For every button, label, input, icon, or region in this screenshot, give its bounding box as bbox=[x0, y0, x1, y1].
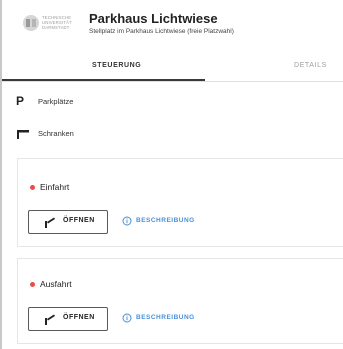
list-item-label: Parkplätze bbox=[38, 97, 74, 106]
status-indicator-icon bbox=[30, 282, 35, 287]
tab-divider bbox=[2, 81, 343, 82]
page-title: Parkhaus Lichtwiese bbox=[89, 11, 218, 26]
open-gate-button[interactable]: ÖFFNEN bbox=[28, 307, 108, 331]
barrier-open-icon bbox=[45, 217, 55, 228]
tab-details[interactable]: DETAILS bbox=[294, 62, 327, 69]
university-seal-icon bbox=[23, 15, 39, 31]
description-label: BESCHREIBUNG bbox=[136, 314, 195, 321]
logo-text: TECHNISCHE UNIVERSITÄT DARMSTADT bbox=[42, 15, 72, 30]
open-gate-label: ÖFFNEN bbox=[63, 217, 95, 224]
info-icon bbox=[122, 313, 132, 323]
page-subtitle: Stellplatz im Parkhaus Lichtwiese (freie… bbox=[89, 28, 234, 35]
list-item-label: Schranken bbox=[38, 129, 74, 138]
barrier-open-icon bbox=[45, 314, 55, 325]
description-label: BESCHREIBUNG bbox=[136, 217, 195, 224]
open-gate-button[interactable]: ÖFFNEN bbox=[28, 210, 108, 234]
info-icon bbox=[122, 216, 132, 226]
barrier-icon bbox=[17, 130, 29, 139]
gate-title: Einfahrt bbox=[40, 182, 70, 192]
tab-bar: STEUERUNG DETAILS bbox=[2, 56, 343, 80]
gate-title: Ausfahrt bbox=[40, 279, 72, 289]
university-logo: TECHNISCHE UNIVERSITÄT DARMSTADT bbox=[22, 12, 78, 34]
parking-icon: P bbox=[16, 94, 25, 108]
logo-line-3: DARMSTADT bbox=[42, 25, 70, 30]
header: TECHNISCHE UNIVERSITÄT DARMSTADT Parkhau… bbox=[2, 0, 343, 48]
tab-steuerung[interactable]: STEUERUNG bbox=[92, 62, 141, 69]
gate-card-ausfahrt: Ausfahrt ÖFFNEN BESCHREIBUNG bbox=[17, 258, 343, 344]
gate-card-einfahrt: Einfahrt ÖFFNEN BESCHREIBUNG bbox=[17, 158, 343, 247]
open-gate-label: ÖFFNEN bbox=[63, 314, 95, 321]
status-indicator-icon bbox=[30, 185, 35, 190]
window-frame-edge bbox=[0, 0, 2, 349]
